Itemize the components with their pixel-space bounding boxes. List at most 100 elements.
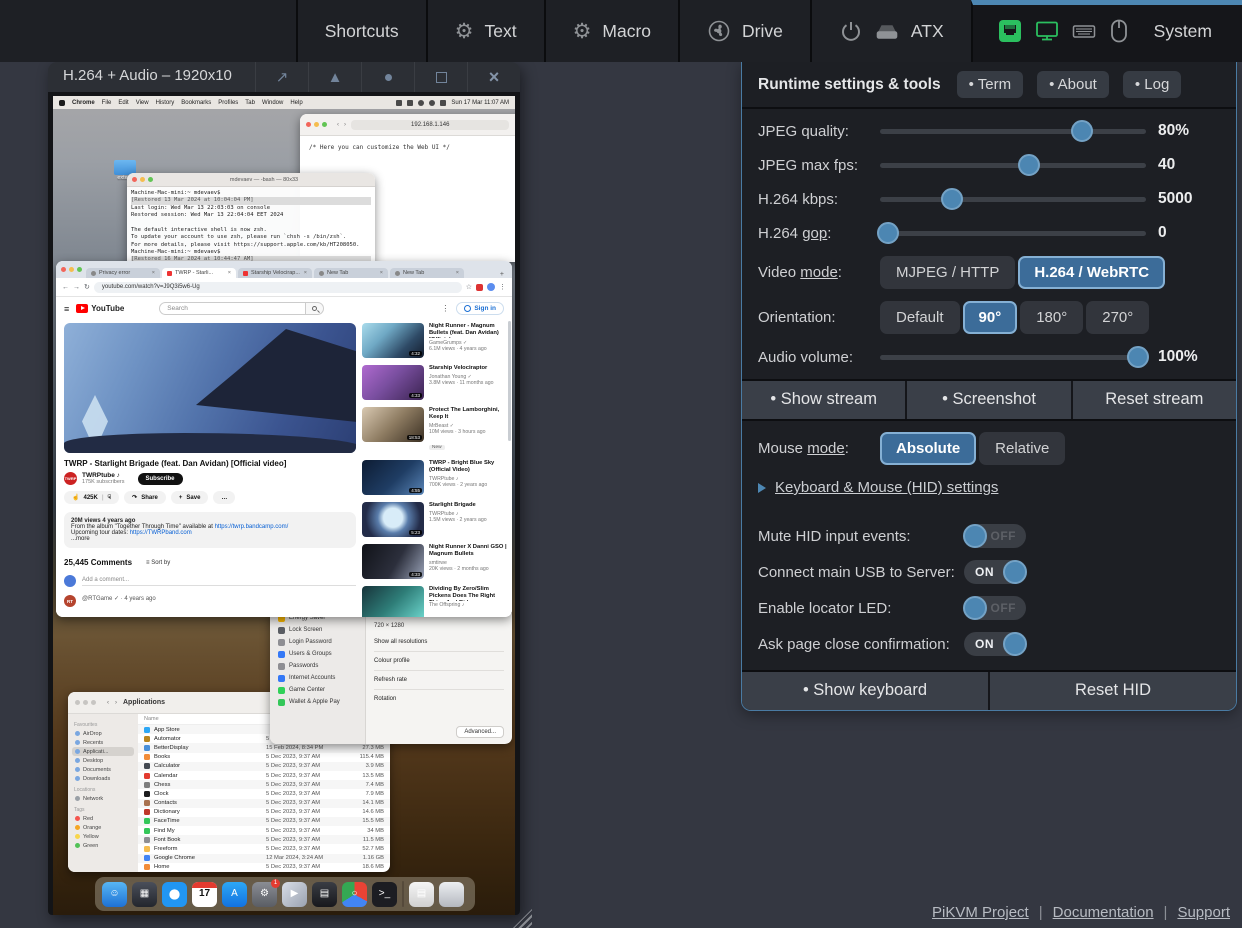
finder-file-row[interactable]: Calculator 5 Dec 2023, 9:37 AM 3.9 MB	[138, 762, 390, 771]
safari-url-field[interactable]: 192.168.1.146	[351, 120, 509, 130]
grab-window-button[interactable]: ▲	[308, 62, 361, 92]
safari-back-icon[interactable]: ‹	[337, 122, 339, 128]
orientation-option[interactable]: 90°	[963, 301, 1018, 334]
extension-icon[interactable]	[476, 284, 483, 291]
sort-by-button[interactable]: ≡ Sort by	[146, 560, 170, 566]
like-button[interactable]: ☝ 425K | ☟	[64, 491, 119, 504]
settings-sidebar-item[interactable]: Passwords	[275, 660, 360, 672]
fullscreen-button[interactable]: ↗	[255, 62, 308, 92]
suggested-video-item[interactable]: 18:53 Protect The Lamborghini, Keep It M…	[362, 407, 508, 453]
dock-icon[interactable]: ▦	[132, 882, 157, 907]
share-button[interactable]: ↷ Share	[124, 491, 166, 504]
settings-sidebar-item[interactable]: Internet Accounts	[275, 672, 360, 684]
finder-file-row[interactable]: Books 5 Dec 2023, 9:37 AM 115.4 MB	[138, 753, 390, 762]
advanced-button[interactable]: Advanced...	[456, 726, 504, 738]
suggested-video-item[interactable]: 4:33 Starship Velociraptor Jonathan Youn…	[362, 365, 508, 400]
settings-sidebar-item[interactable]: Login Password	[275, 636, 360, 648]
h264-kbps-slider[interactable]	[880, 188, 1146, 210]
show-stream-button[interactable]: • Show stream	[742, 381, 905, 419]
finder-file-row[interactable]: Freeform 5 Dec 2023, 9:37 AM 52.7 MB	[138, 844, 390, 853]
toggle-switch[interactable]: ON	[964, 632, 1026, 656]
jpeg-quality-slider[interactable]	[880, 120, 1146, 142]
finder-tag-item[interactable]: Orange	[72, 823, 134, 832]
reload-icon[interactable]: ↻	[84, 283, 90, 291]
documentation-link[interactable]: Documentation	[1053, 904, 1154, 921]
tab-close-icon[interactable]: ×	[228, 270, 231, 276]
back-icon[interactable]: ←	[62, 284, 69, 291]
sign-in-button[interactable]: Sign in	[456, 302, 504, 315]
finder-sidebar-item[interactable]: Applicati...	[72, 747, 134, 756]
stream-window-titlebar[interactable]: H.264 + Audio – 1920x10 ↗ ▲ ×	[48, 62, 520, 92]
support-link[interactable]: Support	[1177, 904, 1230, 921]
suggested-video-item[interactable]: 4:55 TWRP - Bright Blue Sky (Official Vi…	[362, 460, 508, 495]
nav-item-atx[interactable]: ATX	[810, 0, 971, 62]
hid-settings-link[interactable]: Keyboard & Mouse (HID) settings	[775, 479, 998, 496]
safari-forward-icon[interactable]: ›	[344, 122, 346, 128]
dock-icon[interactable]: ▶	[282, 882, 307, 907]
terminal-titlebar[interactable]: mdevaev — -bash — 80x33	[127, 173, 375, 187]
original-size-button[interactable]	[414, 62, 467, 92]
nav-item-system[interactable]: System	[971, 0, 1242, 62]
nav-item-macro[interactable]: ⚙ Macro	[544, 0, 678, 62]
add-comment-input[interactable]: Add a comment...	[82, 577, 356, 586]
finder-file-row[interactable]: Find My 5 Dec 2023, 9:37 AM 34 MB	[138, 826, 390, 835]
traffic-lights[interactable]	[75, 700, 96, 705]
traffic-lights[interactable]	[132, 177, 153, 182]
dock-icon[interactable]: ○	[342, 882, 367, 907]
show-keyboard-button[interactable]: • Show keyboard	[742, 672, 988, 710]
profile-avatar[interactable]	[487, 283, 495, 291]
suggested-video-item[interactable]: 4:32 Night Runner - Magnum Bullets (feat…	[362, 323, 508, 358]
tab-close-icon[interactable]: ×	[304, 270, 307, 276]
jpeg-fps-slider[interactable]	[880, 154, 1146, 176]
channel-name[interactable]: TWRPtube ♪	[82, 472, 125, 479]
bandcamp-link[interactable]: https://twrp.bandcamp.com/	[215, 524, 289, 530]
search-input[interactable]: Search	[159, 302, 306, 315]
video-mode-option[interactable]: MJPEG / HTTP	[880, 256, 1015, 289]
term-button[interactable]: • Term	[957, 71, 1023, 98]
dock-icon[interactable]: ☺	[102, 882, 127, 907]
mouse-mode-option[interactable]: Absolute	[880, 432, 976, 465]
chrome-url-bar[interactable]: youtube.com/watch?v=J9Q3i5w6-Ug	[94, 282, 462, 293]
kebab-icon[interactable]: ⋮	[441, 304, 449, 313]
finder-file-row[interactable]: Calendar 5 Dec 2023, 9:37 AM 13.5 MB	[138, 771, 390, 780]
settings-row[interactable]: Rotation	[374, 689, 504, 704]
finder-sidebar-item[interactable]: AirDrop	[72, 729, 134, 738]
tab-close-icon[interactable]: ×	[380, 270, 383, 276]
tour-link[interactable]: https://TWRPband.com	[130, 530, 192, 536]
dock-icon[interactable]: ▤	[312, 882, 337, 907]
suggested-video-item[interactable]: Dividing By Zero/Slim Pickens Does The R…	[362, 586, 508, 617]
settings-row[interactable]: Refresh rate	[374, 670, 504, 685]
finder-tag-item[interactable]: Red	[72, 814, 134, 823]
mouse-mode-help-link[interactable]: mode	[807, 440, 845, 457]
video-description[interactable]: 20M views 4 years ago From the album "To…	[64, 512, 356, 548]
finder-file-row[interactable]: Chess 5 Dec 2023, 9:37 AM 7.4 MB	[138, 780, 390, 789]
chrome-tab[interactable]: Starship Velocirap... ×	[238, 268, 312, 278]
hamburger-icon[interactable]: ≡	[64, 304, 69, 314]
dislike-icon[interactable]: ☟	[108, 494, 112, 501]
toggle-switch[interactable]: ON	[964, 560, 1026, 584]
dock-icon[interactable]: A	[222, 882, 247, 907]
orientation-option[interactable]: Default	[880, 301, 960, 334]
safari-share-icon[interactable]: ↑	[514, 122, 515, 128]
settings-sidebar-item[interactable]: Users & Groups	[275, 648, 360, 660]
finder-file-row[interactable]: FaceTime 5 Dec 2023, 9:37 AM 15.5 MB	[138, 817, 390, 826]
youtube-logo[interactable]: YouTube	[76, 304, 124, 313]
toggle-switch[interactable]: OFF	[964, 524, 1026, 548]
finder-sidebar-item[interactable]: Network	[72, 794, 134, 803]
dock-icon[interactable]: ▤	[409, 882, 434, 907]
desc-more-link[interactable]: ...more	[71, 536, 349, 542]
toggle-switch[interactable]: OFF	[964, 596, 1026, 620]
settings-sidebar-item[interactable]: Wallet & Apple Pay	[275, 696, 360, 708]
orientation-option[interactable]: 270°	[1086, 301, 1149, 334]
screenshot-button[interactable]: • Screenshot	[905, 381, 1070, 419]
reset-hid-button[interactable]: Reset HID	[988, 672, 1236, 710]
finder-sidebar-item[interactable]: Desktop	[72, 756, 134, 765]
stream-video-area[interactable]: Chrome FileEditViewHistoryBookmarksProfi…	[48, 92, 520, 915]
finder-sidebar-item[interactable]: Downloads	[72, 774, 134, 783]
tab-close-icon[interactable]: ×	[152, 270, 155, 276]
audio-volume-slider[interactable]	[880, 346, 1146, 368]
close-window-button[interactable]: ×	[467, 62, 520, 92]
settings-sidebar-item[interactable]: Lock Screen	[275, 624, 360, 636]
finder-file-row[interactable]: Home 5 Dec 2023, 9:37 AM 18.6 MB	[138, 863, 390, 872]
dock-icon[interactable]: 17	[192, 882, 217, 907]
